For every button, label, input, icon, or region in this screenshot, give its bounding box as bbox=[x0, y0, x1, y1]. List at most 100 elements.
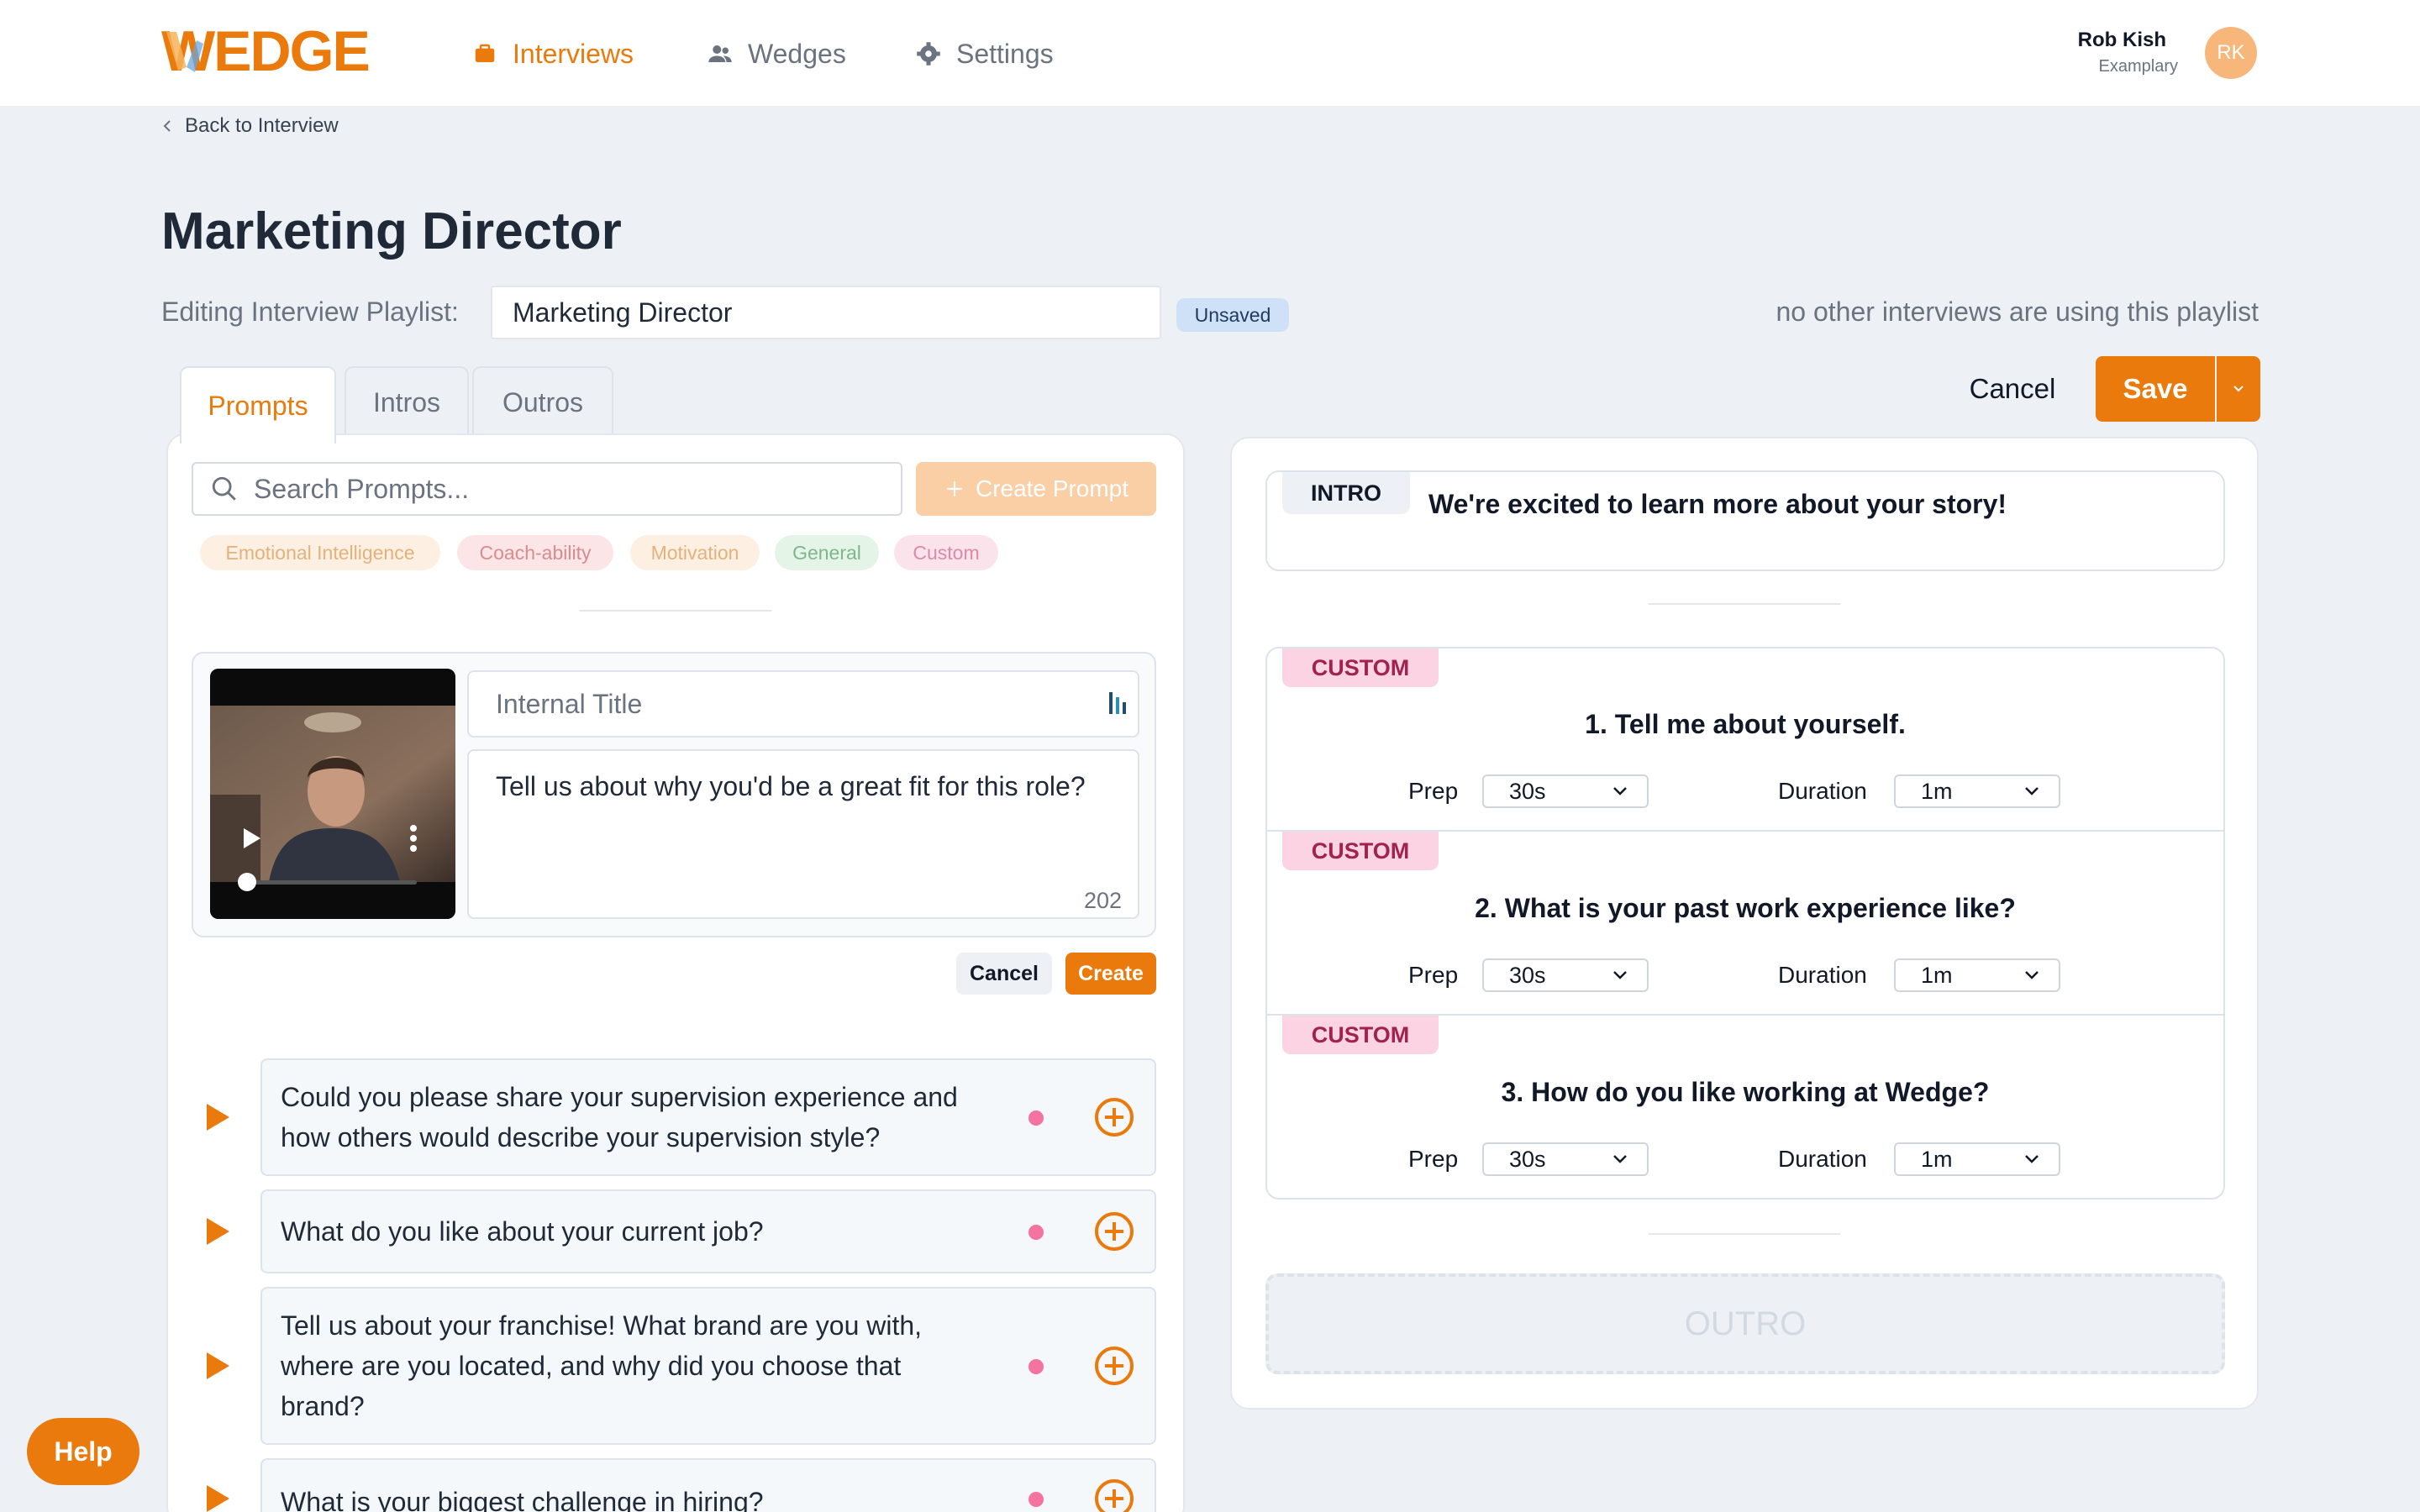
intro-text: We're excited to learn more about your s… bbox=[1428, 489, 2007, 519]
create-prompt-button[interactable]: Create Prompt bbox=[916, 462, 1156, 516]
library-prompt-row[interactable]: Tell us about your franchise! What brand… bbox=[260, 1287, 1156, 1445]
duration-label: Duration bbox=[1778, 962, 1867, 988]
play-icon bbox=[207, 1485, 229, 1512]
play-prompt-button[interactable] bbox=[207, 1218, 229, 1245]
nav-interviews-label: Interviews bbox=[513, 38, 634, 69]
library-prompt-row[interactable]: What do you like about your current job? bbox=[260, 1189, 1156, 1273]
search-icon bbox=[212, 476, 236, 501]
user-avatar[interactable]: RK bbox=[2205, 27, 2257, 79]
chevron-down-icon bbox=[1613, 1155, 1627, 1163]
prep-label: Prep bbox=[1408, 778, 1459, 804]
save-options-dropdown[interactable] bbox=[2217, 356, 2260, 422]
library-prompt-row[interactable]: Could you please share your supervision … bbox=[260, 1058, 1156, 1176]
create-new-prompt-button[interactable]: Create bbox=[1065, 953, 1156, 995]
chevron-down-icon bbox=[1613, 971, 1627, 979]
duration-select[interactable]: 1m bbox=[1894, 774, 2060, 808]
add-to-playlist-icon[interactable] bbox=[1094, 1478, 1134, 1512]
nav-settings-label: Settings bbox=[956, 38, 1054, 69]
prep-select[interactable]: 30s bbox=[1482, 774, 1649, 808]
prep-select[interactable]: 30s bbox=[1482, 958, 1649, 992]
prep-label: Prep bbox=[1408, 962, 1459, 988]
play-prompt-button[interactable] bbox=[207, 1485, 229, 1512]
library-prompt-row[interactable]: What is your biggest challenge in hiring… bbox=[260, 1458, 1156, 1512]
prompt-text: Could you please share your supervision … bbox=[281, 1082, 958, 1152]
back-link-label: Back to Interview bbox=[185, 114, 339, 137]
question-title[interactable]: 2. What is your past work experience lik… bbox=[1265, 893, 2225, 924]
prep-value: 30s bbox=[1509, 962, 1546, 988]
chevron-down-icon bbox=[2025, 1155, 2039, 1163]
tag-emotional-intelligence[interactable]: Emotional Intelligence bbox=[200, 535, 440, 570]
nav-wedges-label: Wedges bbox=[748, 38, 846, 69]
custom-tag-dot bbox=[1028, 1225, 1044, 1240]
tag-general[interactable]: General bbox=[775, 535, 879, 570]
add-to-playlist-icon[interactable] bbox=[1094, 1097, 1134, 1137]
play-icon bbox=[207, 1218, 229, 1245]
play-prompt-button[interactable] bbox=[207, 1352, 229, 1379]
cancel-button[interactable]: Cancel bbox=[1941, 360, 2084, 418]
tab-outros[interactable]: Outros bbox=[472, 366, 613, 437]
search-prompts-box[interactable] bbox=[192, 462, 902, 516]
users-icon bbox=[708, 45, 732, 62]
custom-badge: CUSTOM bbox=[1282, 832, 1439, 870]
prep-select[interactable]: 30s bbox=[1482, 1142, 1649, 1176]
plus-icon bbox=[947, 481, 962, 496]
chevron-down-icon bbox=[2233, 386, 2244, 392]
question-title[interactable]: 1. Tell me about yourself. bbox=[1265, 709, 2225, 740]
chevron-down-icon bbox=[2025, 787, 2039, 795]
tab-intros[interactable]: Intros bbox=[345, 366, 469, 437]
search-prompts-input[interactable] bbox=[254, 473, 859, 505]
page-title: Marketing Director bbox=[161, 202, 622, 260]
prompt-video-preview[interactable] bbox=[210, 669, 455, 919]
nav-wedges[interactable]: Wedges bbox=[708, 32, 846, 76]
unsaved-status-badge: Unsaved bbox=[1176, 298, 1289, 332]
add-to-playlist-icon[interactable] bbox=[1094, 1346, 1134, 1386]
back-to-interview-link[interactable]: Back to Interview bbox=[161, 114, 339, 138]
chevron-down-icon bbox=[1613, 787, 1627, 795]
chevron-down-icon bbox=[2025, 971, 2039, 979]
password-manager-icon[interactable] bbox=[1107, 690, 1129, 716]
internal-title-input[interactable]: Internal Title bbox=[467, 670, 1139, 738]
divider bbox=[1649, 1233, 1840, 1235]
play-prompt-button[interactable] bbox=[207, 1104, 229, 1131]
duration-value: 1m bbox=[1921, 962, 1953, 988]
custom-badge: CUSTOM bbox=[1282, 1016, 1439, 1054]
create-prompt-label: Create Prompt bbox=[975, 475, 1129, 501]
question-title[interactable]: 3. How do you like working at Wedge? bbox=[1265, 1077, 2225, 1108]
outro-drop-zone[interactable]: OUTRO bbox=[1265, 1273, 2225, 1374]
custom-tag-dot bbox=[1028, 1359, 1044, 1374]
gear-icon bbox=[917, 42, 940, 66]
tag-motivation[interactable]: Motivation bbox=[630, 535, 760, 570]
duration-select[interactable]: 1m bbox=[1894, 958, 2060, 992]
tag-coach-ability[interactable]: Coach-ability bbox=[457, 535, 613, 570]
user-name: Rob Kish bbox=[2077, 29, 2166, 51]
prompt-text: What do you like about your current job? bbox=[281, 1216, 764, 1247]
prompt-text-field[interactable]: Tell us about why you'd be a great fit f… bbox=[467, 749, 1139, 919]
custom-tag-dot bbox=[1028, 1110, 1044, 1126]
cancel-new-prompt-button[interactable]: Cancel bbox=[956, 953, 1052, 995]
custom-tag-dot bbox=[1028, 1492, 1044, 1507]
prep-value: 30s bbox=[1509, 1146, 1546, 1172]
play-icon bbox=[207, 1104, 229, 1131]
prep-value: 30s bbox=[1509, 778, 1546, 804]
save-button[interactable]: Save bbox=[2096, 356, 2215, 422]
nav-settings[interactable]: Settings bbox=[916, 32, 1054, 76]
tag-custom[interactable]: Custom bbox=[894, 535, 998, 570]
playlist-usage-note: no other interviews are using this playl… bbox=[1776, 297, 2260, 327]
divider bbox=[580, 610, 771, 612]
character-count: 202 bbox=[1084, 888, 1123, 913]
duration-select[interactable]: 1m bbox=[1894, 1142, 2060, 1176]
tab-prompts[interactable]: Prompts bbox=[180, 366, 336, 444]
duration-label: Duration bbox=[1778, 1146, 1867, 1172]
wedge-logo[interactable]: WEDGE bbox=[161, 24, 388, 77]
custom-badge: CUSTOM bbox=[1282, 648, 1439, 687]
add-to-playlist-icon[interactable] bbox=[1094, 1211, 1134, 1252]
divider bbox=[1649, 603, 1840, 605]
duration-value: 1m bbox=[1921, 1146, 1953, 1172]
intro-badge: INTRO bbox=[1282, 472, 1410, 514]
prep-label: Prep bbox=[1408, 1146, 1459, 1172]
help-button[interactable]: Help bbox=[27, 1418, 139, 1485]
duration-label: Duration bbox=[1778, 778, 1867, 804]
chevron-left-icon bbox=[163, 120, 171, 132]
nav-interviews[interactable]: Interviews bbox=[472, 32, 634, 76]
playlist-name-input[interactable]: Marketing Director bbox=[491, 286, 1161, 339]
